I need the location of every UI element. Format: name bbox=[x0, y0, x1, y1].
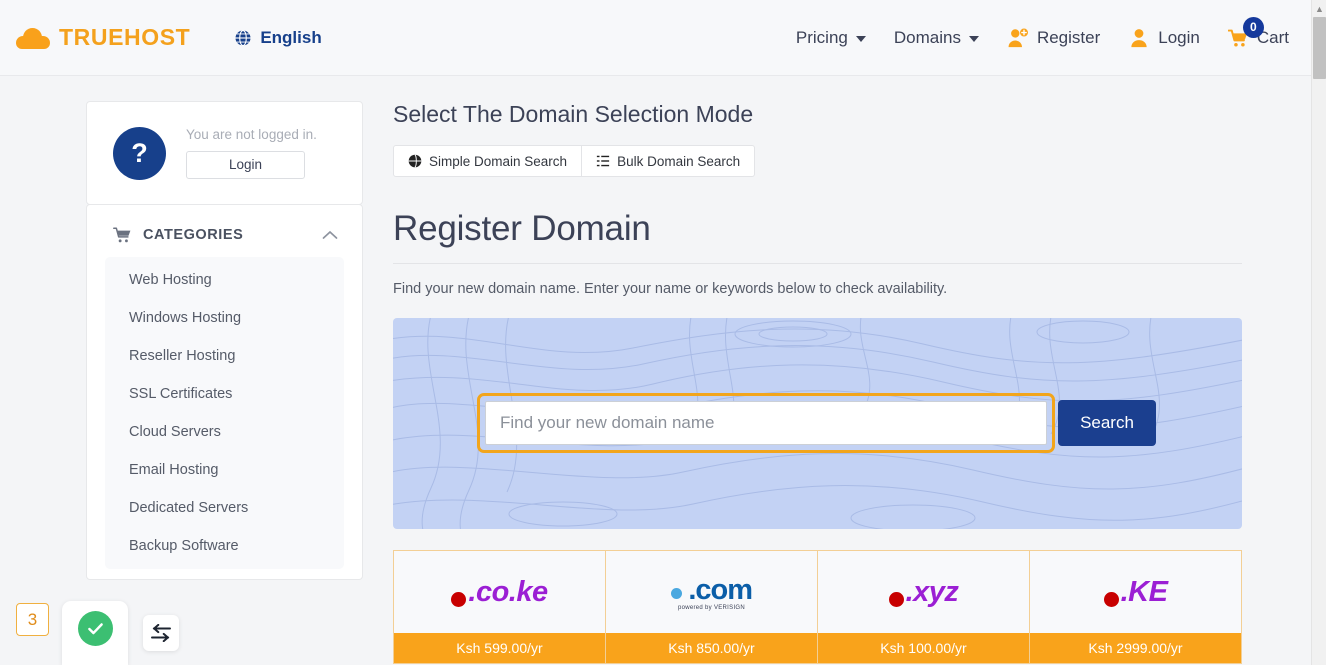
main-content: Select The Domain Selection Mode Simple … bbox=[393, 101, 1242, 664]
tld-name: .co.ke bbox=[468, 575, 548, 608]
title-divider bbox=[393, 263, 1242, 264]
tld-name: .com bbox=[688, 573, 753, 606]
search-input-focus-ring bbox=[477, 393, 1055, 453]
tld-dot bbox=[1103, 591, 1119, 607]
vertical-scrollbar[interactable]: ▲ bbox=[1311, 0, 1326, 665]
tab-bulk-domain-search[interactable]: Bulk Domain Search bbox=[582, 145, 756, 177]
tld-price-com: Ksh 850.00/yr bbox=[606, 633, 817, 663]
scrollbar-thumb[interactable] bbox=[1313, 17, 1326, 79]
tld-logo-com: .com powered by VERISIGN bbox=[606, 551, 817, 633]
sidebar-item-cloud-servers[interactable]: Cloud Servers bbox=[105, 413, 344, 451]
tld-name: .xyz bbox=[905, 575, 959, 608]
tld-name: .KE bbox=[1120, 575, 1168, 608]
login-status-panel: ? You are not logged in. Login bbox=[86, 101, 363, 205]
tld-price-ke: Ksh 2999.00/yr bbox=[1030, 633, 1241, 663]
login-label: Login bbox=[1158, 27, 1200, 47]
categories-title: CATEGORIES bbox=[143, 227, 244, 243]
user-icon bbox=[1131, 28, 1147, 47]
language-switcher[interactable]: English bbox=[234, 27, 322, 48]
sidebar: ? You are not logged in. Login CATEGORIE… bbox=[86, 101, 363, 580]
tld-card-ke[interactable]: .KE Ksh 2999.00/yr bbox=[1030, 550, 1242, 664]
sidebar-item-backup-software[interactable]: Backup Software bbox=[105, 527, 344, 565]
cart-button[interactable]: 0 Cart bbox=[1227, 16, 1289, 48]
tld-tagline: powered by VERISIGN bbox=[677, 604, 746, 611]
language-label: English bbox=[260, 27, 322, 47]
user-plus-icon bbox=[1008, 28, 1028, 47]
sidebar-item-windows-hosting[interactable]: Windows Hosting bbox=[105, 299, 344, 337]
chevron-down-icon bbox=[968, 36, 979, 42]
tld-logo-ke: .KE bbox=[1030, 551, 1241, 633]
check-circle-icon bbox=[77, 611, 113, 646]
success-widget[interactable] bbox=[62, 601, 128, 665]
domain-search-row: Search bbox=[477, 393, 1156, 453]
question-mark-icon: ? bbox=[113, 126, 166, 180]
domain-search-banner: Search bbox=[393, 318, 1242, 529]
swap-arrows-icon bbox=[151, 624, 171, 642]
tld-card-com[interactable]: .com powered by VERISIGN Ksh 850.00/yr bbox=[606, 550, 818, 664]
globe-icon bbox=[408, 154, 422, 168]
logo-text: TRUEHOST bbox=[59, 24, 191, 50]
login-button-header[interactable]: Login bbox=[1128, 28, 1200, 48]
categories-list: Web Hosting Windows Hosting Reseller Hos… bbox=[105, 257, 344, 569]
categories-panel: CATEGORIES Web Hosting Windows Hosting R… bbox=[86, 204, 363, 580]
swap-widget[interactable] bbox=[143, 615, 179, 651]
tld-logo-xyz: .xyz bbox=[818, 551, 1029, 633]
nav-pricing[interactable]: Pricing bbox=[796, 28, 866, 48]
scrollbar-up-arrow[interactable]: ▲ bbox=[1312, 0, 1326, 17]
site-header: TRUEHOST English Pricing Domains Registe… bbox=[0, 0, 1311, 76]
nav-pricing-label: Pricing bbox=[795, 27, 848, 47]
page-root: TRUEHOST English Pricing Domains Registe… bbox=[0, 0, 1326, 665]
categories-header[interactable]: CATEGORIES bbox=[87, 227, 362, 243]
tld-price-grid: .co.ke Ksh 599.00/yr .com powered by VER… bbox=[393, 550, 1242, 664]
tab-bulk-label: Bulk Domain Search bbox=[617, 153, 741, 169]
tld-card-coke[interactable]: .co.ke Ksh 599.00/yr bbox=[394, 550, 606, 664]
sidebar-item-dedicated-servers[interactable]: Dedicated Servers bbox=[105, 489, 344, 527]
header-nav: Pricing Domains Register Login 0 Cart bbox=[796, 16, 1289, 48]
page-subtitle: Find your new domain name. Enter your na… bbox=[393, 281, 948, 297]
chevron-up-icon bbox=[322, 230, 338, 239]
tab-simple-domain-search[interactable]: Simple Domain Search bbox=[393, 145, 583, 177]
tld-logo-coke: .co.ke bbox=[394, 551, 605, 633]
page-title: Register Domain bbox=[393, 209, 651, 248]
globe-icon bbox=[235, 29, 251, 46]
tld-dot bbox=[888, 591, 904, 607]
step-badge[interactable]: 3 bbox=[16, 603, 49, 636]
sidebar-item-email-hosting[interactable]: Email Hosting bbox=[105, 451, 344, 489]
sidebar-item-reseller-hosting[interactable]: Reseller Hosting bbox=[105, 337, 344, 375]
register-label: Register bbox=[1036, 27, 1101, 47]
list-icon bbox=[596, 155, 610, 167]
domain-mode-tabs: Simple Domain Search Bulk Domain Search bbox=[393, 145, 1242, 177]
sidebar-login-button[interactable]: Login bbox=[186, 151, 305, 179]
chevron-down-icon bbox=[855, 36, 866, 42]
nav-domains-label: Domains bbox=[893, 27, 961, 47]
tld-price-coke: Ksh 599.00/yr bbox=[394, 633, 605, 663]
register-button[interactable]: Register bbox=[1007, 28, 1100, 48]
tld-dot bbox=[451, 591, 467, 607]
mode-heading: Select The Domain Selection Mode bbox=[393, 101, 754, 127]
search-input[interactable] bbox=[485, 401, 1047, 445]
login-status-text: You are not logged in. bbox=[186, 127, 317, 142]
cloud-icon bbox=[16, 27, 50, 49]
shopping-cart-icon bbox=[113, 227, 131, 243]
search-button[interactable]: Search bbox=[1058, 400, 1156, 446]
tld-card-xyz[interactable]: .xyz Ksh 100.00/yr bbox=[818, 550, 1030, 664]
nav-domains[interactable]: Domains bbox=[894, 28, 979, 48]
site-logo[interactable]: TRUEHOST bbox=[16, 24, 190, 51]
sidebar-item-ssl-certificates[interactable]: SSL Certificates bbox=[105, 375, 344, 413]
tab-simple-label: Simple Domain Search bbox=[429, 153, 568, 169]
cart-count-badge: 0 bbox=[1242, 16, 1264, 38]
tld-dot bbox=[670, 587, 682, 599]
tld-price-xyz: Ksh 100.00/yr bbox=[818, 633, 1029, 663]
sidebar-item-web-hosting[interactable]: Web Hosting bbox=[105, 261, 344, 299]
